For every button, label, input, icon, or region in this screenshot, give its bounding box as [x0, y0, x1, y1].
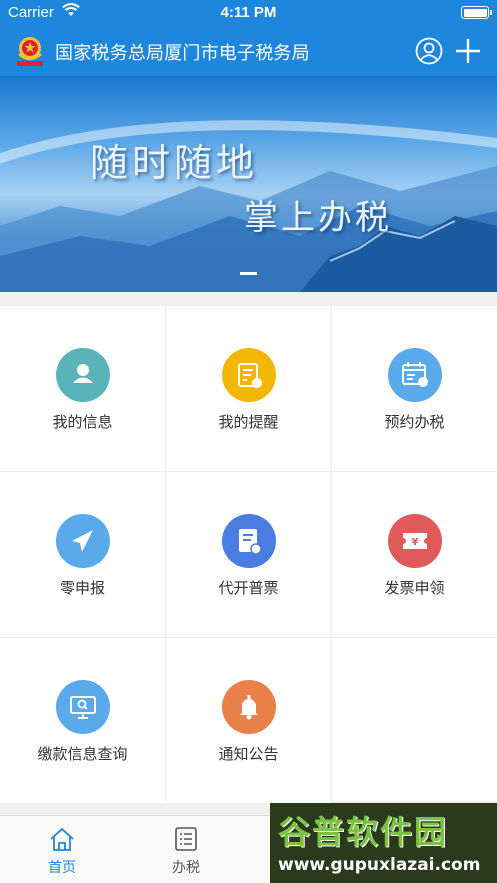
service-zero-declaration[interactable]: 零申报	[0, 472, 165, 637]
service-label: 我的信息	[52, 413, 113, 431]
service-label: 预约办税	[384, 413, 445, 431]
grid-divider	[0, 637, 497, 638]
service-label: 零申报	[59, 579, 105, 597]
service-invoice-application[interactable]: ¥ 发票申领	[332, 472, 497, 637]
monitor-search-icon	[56, 680, 110, 734]
bell-icon	[222, 680, 276, 734]
note-clock-icon	[222, 348, 276, 402]
banner-carousel[interactable]: 随时随地 掌上办税	[0, 76, 497, 292]
page-title: 国家税务总局厦门市电子税务局	[55, 43, 310, 64]
service-payment-query[interactable]: 缴款信息查询	[0, 638, 165, 803]
battery-icon	[461, 6, 492, 19]
service-label: 缴款信息查询	[37, 745, 128, 763]
service-label: 代开普票	[218, 579, 279, 597]
service-label: 我的提醒	[218, 413, 279, 431]
service-notices[interactable]: 通知公告	[166, 638, 331, 803]
status-bar: Carrier 4:11 PM	[0, 0, 497, 26]
home-icon	[50, 827, 74, 851]
grid-divider	[331, 306, 332, 801]
calendar-clock-icon	[388, 348, 442, 402]
watermark-name: 谷普软件园	[278, 813, 449, 851]
tab-label: 办税	[172, 860, 200, 876]
banner-slogan-line2: 掌上办税	[244, 198, 392, 238]
document-edit-icon	[222, 514, 276, 568]
service-invoice-issuing[interactable]: 代开普票	[166, 472, 331, 637]
grid-divider	[165, 306, 166, 801]
svg-text:¥: ¥	[412, 537, 419, 548]
add-icon[interactable]	[454, 37, 482, 65]
list-icon	[175, 827, 197, 851]
grid-divider	[0, 471, 497, 472]
service-label: 发票申领	[384, 579, 445, 597]
tax-emblem-icon	[17, 37, 43, 66]
paper-plane-icon	[56, 514, 110, 568]
nav-bar: 国家税务总局厦门市电子税务局	[0, 26, 497, 76]
yuan-ticket-icon: ¥	[388, 514, 442, 568]
tab-tax-handling[interactable]: 办税	[124, 816, 248, 883]
service-my-info[interactable]: 我的信息	[0, 306, 165, 471]
service-appointment[interactable]: 预约办税	[332, 306, 497, 471]
service-label: 通知公告	[218, 745, 279, 763]
tab-label: 首页	[48, 860, 76, 876]
status-time: 4:11 PM	[220, 4, 277, 21]
user-icon[interactable]	[415, 37, 443, 65]
service-grid: 我的信息 我的提醒 预约办税 零申报 代开普票 ¥ 发票申领 缴款信息查询 通知…	[0, 306, 497, 803]
watermark-url: www.gupuxlazai.com	[278, 855, 481, 875]
user-icon	[56, 348, 110, 402]
carousel-indicator	[240, 272, 257, 275]
site-watermark: 谷普软件园 www.gupuxlazai.com	[270, 803, 497, 883]
tab-home[interactable]: 首页	[0, 816, 124, 883]
banner-slogan-line1: 随时随地	[90, 141, 259, 185]
service-my-reminders[interactable]: 我的提醒	[166, 306, 331, 471]
